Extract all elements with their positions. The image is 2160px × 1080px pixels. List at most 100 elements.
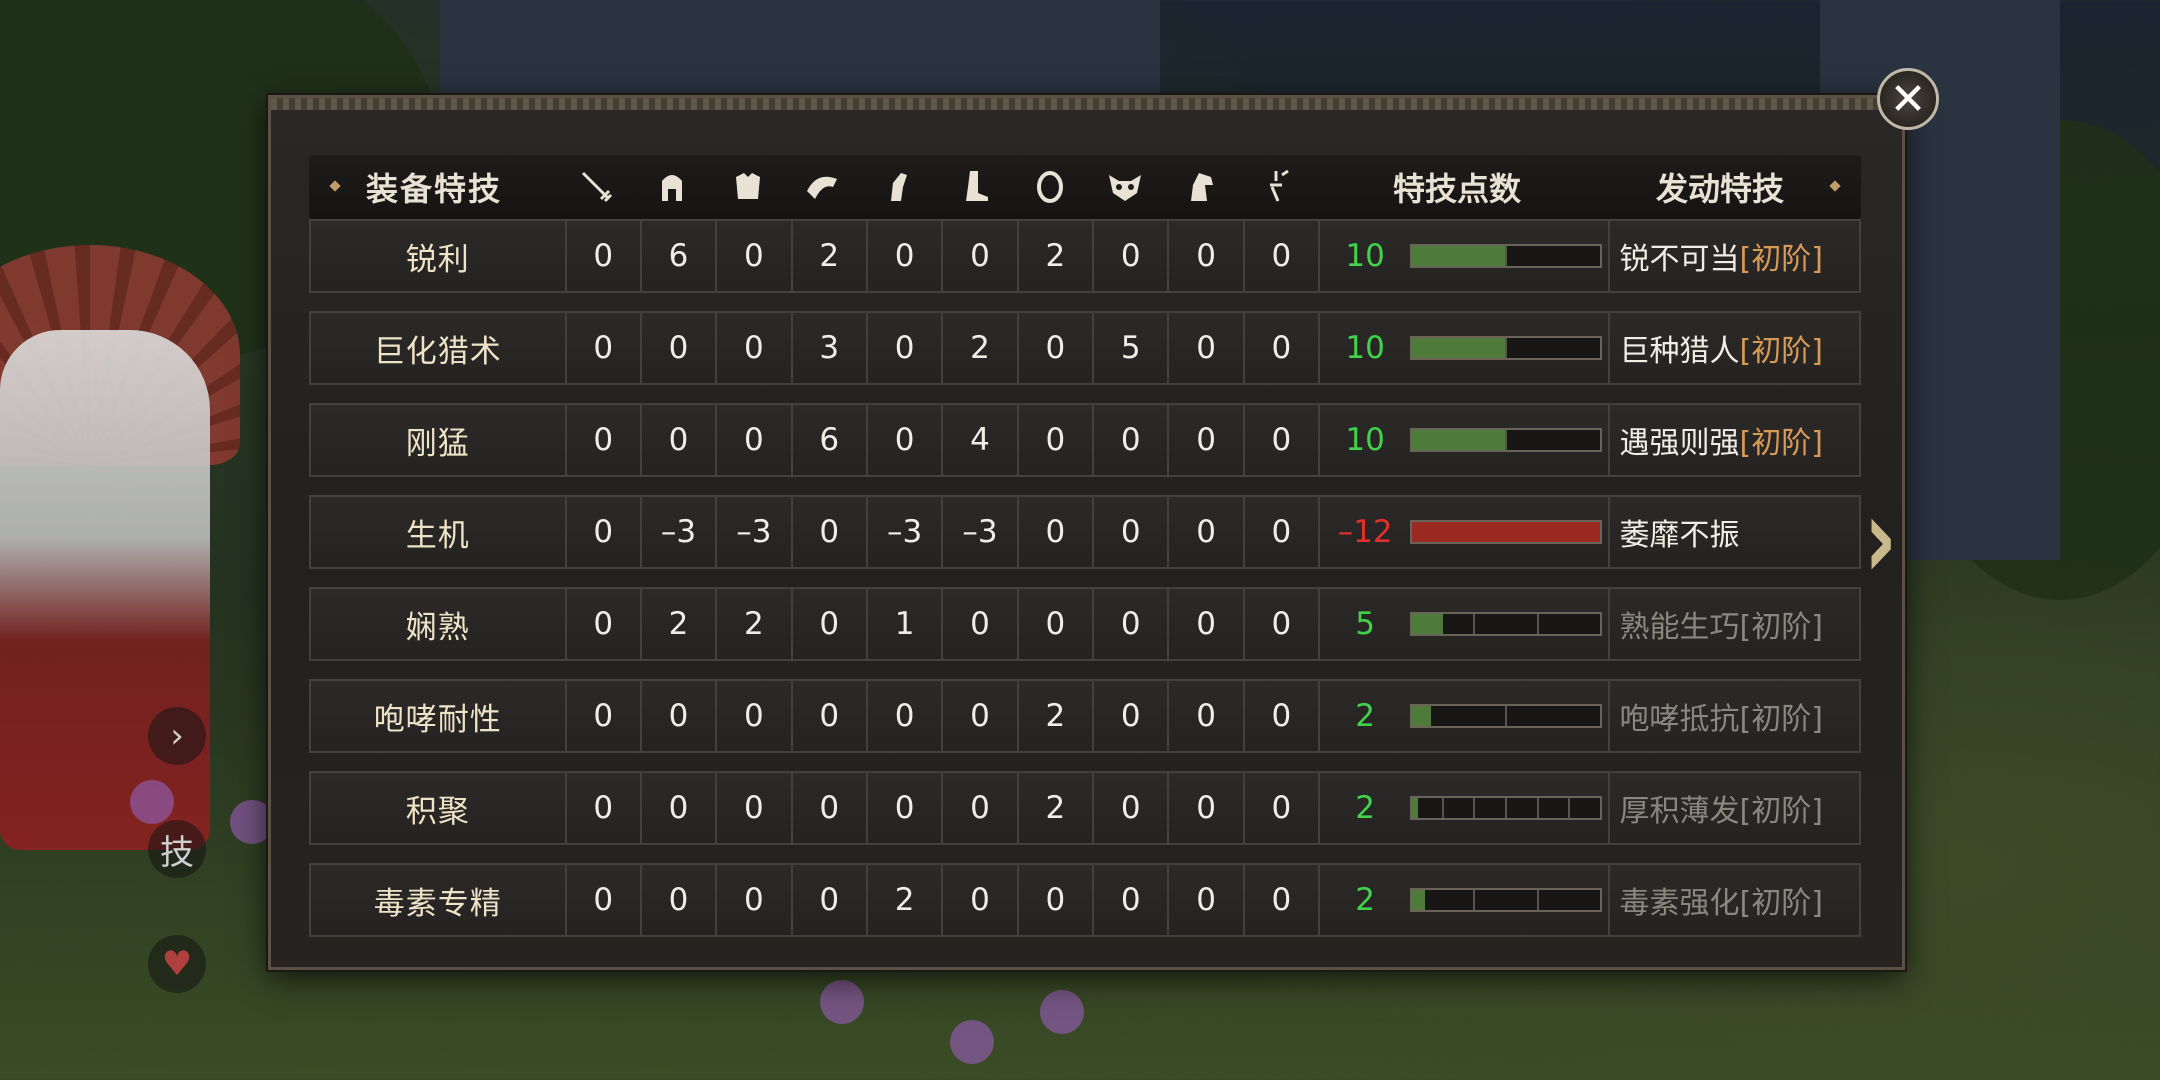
skill-side-button[interactable]: 技 xyxy=(148,820,206,878)
slot-value: 0 xyxy=(1245,681,1321,751)
active-skill-name: 锐不可当 xyxy=(1619,242,1740,277)
slot-value: 0 xyxy=(1019,405,1095,475)
charm-icon xyxy=(1012,155,1088,219)
active-skill: 巨种猎人[初阶] xyxy=(1610,326,1860,370)
active-skill-name: 咆哮抵抗 xyxy=(1619,702,1740,737)
active-skill-name: 毒素强化 xyxy=(1619,886,1740,921)
slot-value: 2 xyxy=(943,313,1019,383)
progress-segment xyxy=(1412,338,1508,358)
slot-value: 2 xyxy=(642,589,718,659)
slot-value: 0 xyxy=(1245,405,1321,475)
slot-value: –3 xyxy=(642,497,718,567)
skill-points-value: 10 xyxy=(1345,422,1385,458)
active-skill-name: 厚积薄发 xyxy=(1619,794,1740,829)
slot-value: 5 xyxy=(1094,313,1170,383)
slot-value: 0 xyxy=(943,221,1019,291)
active-skill-name: 萎靡不振 xyxy=(1619,518,1740,553)
progress-segment xyxy=(1412,798,1444,818)
shoulder-armor-icon xyxy=(786,155,862,219)
chest-armor-icon xyxy=(710,155,786,219)
slot-value: 0 xyxy=(567,221,642,291)
slot-value: 2 xyxy=(1019,681,1095,751)
skill-tier: [初阶] xyxy=(1739,242,1823,277)
skill-tier: [初阶] xyxy=(1739,334,1823,369)
slot-value: 0 xyxy=(1019,589,1095,659)
skill-points-value: 10 xyxy=(1345,238,1385,274)
slot-value: 0 xyxy=(717,405,793,475)
skill-points-cell: 10 xyxy=(1320,313,1610,383)
skill-points-value: –12 xyxy=(1337,514,1393,550)
slot-value: 0 xyxy=(567,405,642,475)
slot-value: 0 xyxy=(1169,681,1245,751)
slot-value: 0 xyxy=(567,773,642,843)
skill-name: 积聚 xyxy=(311,773,567,843)
table-row[interactable]: 巨化猎术 0 0 0 3 0 2 0 5 0 0 10 巨种猎人[初阶] xyxy=(309,311,1861,385)
progress-segment xyxy=(1507,706,1600,726)
heart-icon[interactable]: ♥ xyxy=(148,935,206,993)
skill-tier: [初阶] xyxy=(1739,702,1823,737)
skill-name: 娴熟 xyxy=(311,589,567,659)
progress-segment xyxy=(1507,798,1539,818)
slot-value: 0 xyxy=(793,773,868,843)
slot-value: 0 xyxy=(567,313,642,383)
progress-segment xyxy=(1570,798,1600,818)
table-row[interactable]: 锐利 0 6 0 2 0 0 2 0 0 0 10 锐不可当[初阶] xyxy=(309,219,1861,293)
slot-value: 0 xyxy=(943,681,1019,751)
character-figure xyxy=(0,330,210,850)
slot-value: 0 xyxy=(1169,773,1245,843)
table-row[interactable]: 咆哮耐性 0 0 0 0 0 0 2 0 0 0 2 咆哮抵抗[初阶] xyxy=(309,679,1861,753)
sword-icon xyxy=(559,155,635,219)
slot-value: 0 xyxy=(793,681,868,751)
progress-segment xyxy=(1507,338,1600,358)
slot-value: 0 xyxy=(717,865,793,935)
skill-points-cell: 2 xyxy=(1320,681,1610,751)
slot-value: 0 xyxy=(943,773,1019,843)
slot-value: 0 xyxy=(1169,221,1245,291)
slot-value: 2 xyxy=(717,589,793,659)
skill-progress-bar xyxy=(1410,520,1603,544)
slot-value: 0 xyxy=(1245,313,1321,383)
slot-value: 2 xyxy=(1019,773,1095,843)
skill-name: 咆哮耐性 xyxy=(311,681,567,751)
boot-icon xyxy=(937,155,1013,219)
active-skill: 萎靡不振 xyxy=(1610,510,1860,554)
close-button[interactable]: ✕ xyxy=(1877,68,1939,130)
progress-segment xyxy=(1412,706,1508,726)
progress-segment xyxy=(1412,246,1508,266)
header-skill-title: 装备特技 xyxy=(365,170,502,208)
slot-value: 0 xyxy=(1019,865,1095,935)
slot-value: 0 xyxy=(1169,497,1245,567)
progress-segment xyxy=(1412,522,1600,542)
table-row[interactable]: 毒素专精 0 0 0 0 2 0 0 0 0 0 2 毒素强化[初阶] xyxy=(309,863,1861,937)
active-skill: 锐不可当[初阶] xyxy=(1610,234,1860,278)
progress-segment xyxy=(1475,890,1539,910)
table-row[interactable]: 生机 0 –3 –3 0 –3 –3 0 0 0 0 –12 萎靡不振 xyxy=(309,495,1861,569)
slot-value: 0 xyxy=(642,865,718,935)
slot-value: 0 xyxy=(1094,405,1170,475)
header-active-skill-label: 发动特技 xyxy=(1655,170,1784,208)
skill-points-value: 5 xyxy=(1355,606,1375,642)
next-page-arrow[interactable]: › xyxy=(1864,473,1897,603)
table-row[interactable]: 刚猛 0 0 0 6 0 4 0 0 0 0 10 遇强则强[初阶] xyxy=(309,403,1861,477)
slot-value: 0 xyxy=(1169,313,1245,383)
slot-value: 6 xyxy=(793,405,868,475)
active-skill: 厚积薄发[初阶] xyxy=(1610,786,1860,830)
slot-value: 2 xyxy=(868,865,944,935)
progress-segment xyxy=(1539,614,1600,634)
skill-name: 生机 xyxy=(311,497,567,567)
table-row[interactable]: 娴熟 0 2 2 0 1 0 0 0 0 0 5 熟能生巧[初阶] xyxy=(309,587,1861,661)
slot-value: 2 xyxy=(1019,221,1095,291)
slot-value: 0 xyxy=(943,589,1019,659)
slot-value: –3 xyxy=(717,497,793,567)
skill-progress-bar xyxy=(1410,336,1603,360)
slot-value: 0 xyxy=(1169,405,1245,475)
skill-points-value: 2 xyxy=(1355,882,1375,918)
slot-value: 0 xyxy=(1094,221,1170,291)
active-skill: 熟能生巧[初阶] xyxy=(1610,602,1860,646)
slot-value: 0 xyxy=(1169,589,1245,659)
slot-value: 2 xyxy=(793,221,868,291)
active-skill-name: 遇强则强 xyxy=(1619,426,1740,461)
slot-value: 0 xyxy=(1245,589,1321,659)
table-row[interactable]: 积聚 0 0 0 0 0 0 2 0 0 0 2 厚积薄发[初阶] xyxy=(309,771,1861,845)
side-arrow-button[interactable]: › xyxy=(148,707,206,765)
